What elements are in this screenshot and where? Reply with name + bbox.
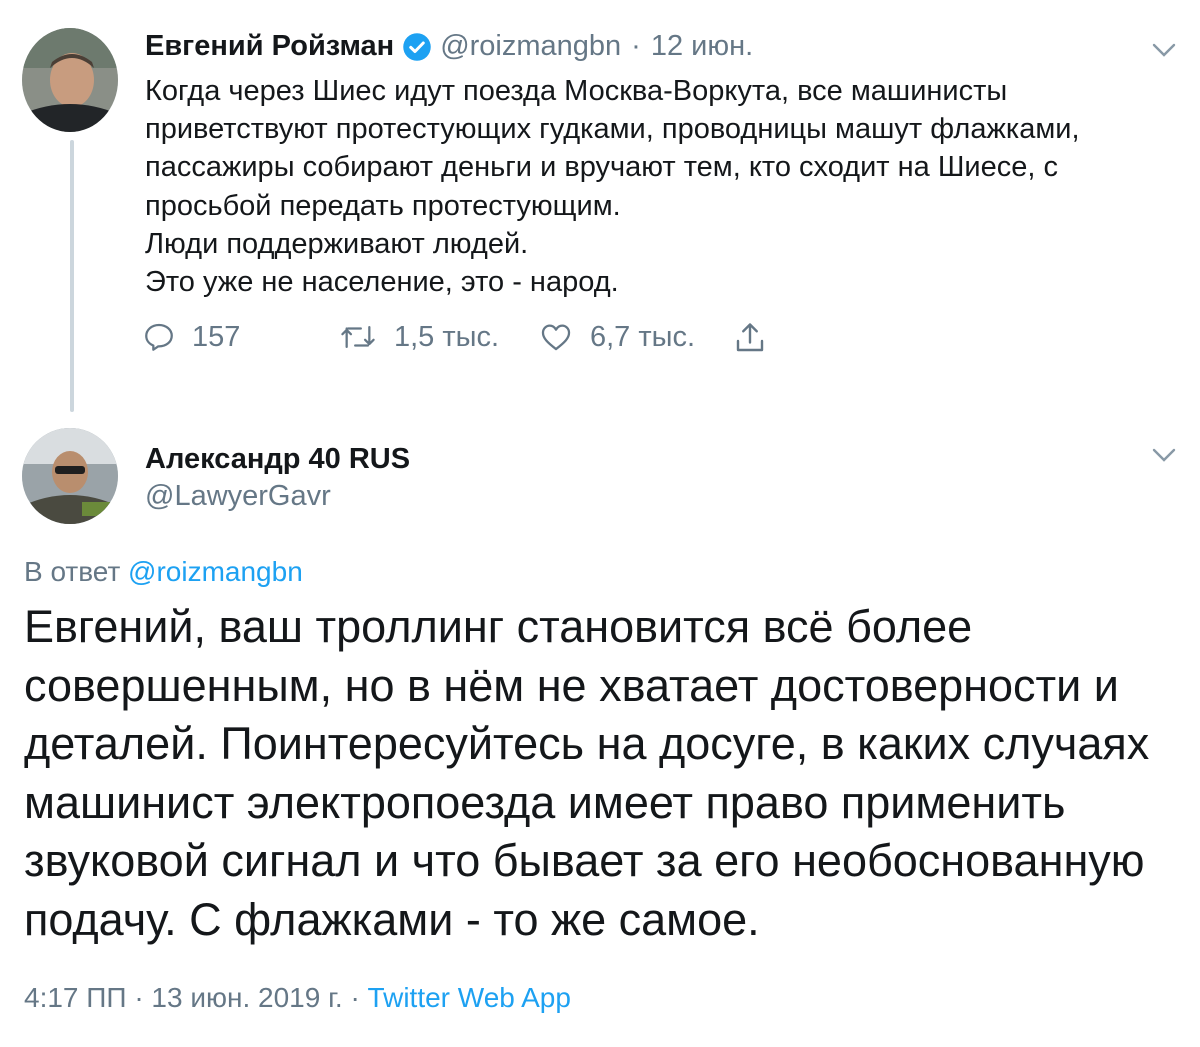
tweet1-header: Евгений Ройзман @roizmangbn · 12 июн. [145,30,753,63]
tweet1-text: Когда через Шиес идут поезда Москва-Ворк… [145,72,1165,301]
tweet1-handle[interactable]: @roizmangbn [440,30,621,63]
tweet2-author-name[interactable]: Александр 40 RUS [145,443,410,476]
tweet2-line: машинист электропоезда имеет право приме… [24,776,1066,828]
tweet1-line: Люди поддерживают людей. [145,227,529,260]
avatar-image [22,28,118,132]
tweet2-time[interactable]: 4:17 ПП [24,982,127,1013]
retweet-icon [341,325,375,349]
tweet2-line: совершенным, но в нём не хватает достове… [24,659,1119,711]
meta-separator: · [350,982,360,1013]
tweet2-meta: 4:17 ПП · 13 июн. 2019 г. · Twitter Web … [24,982,571,1014]
like-count: 6,7 тыс. [590,320,696,353]
share-icon [736,323,764,352]
heart-icon [541,324,571,351]
thread-connector-line [70,140,74,412]
chevron-down-icon[interactable] [1150,445,1178,470]
tweet2-line: подачу. С флажками - то же самое. [24,893,760,945]
avatar-roizman[interactable] [22,28,118,132]
reply-icon [145,323,173,351]
avatar-image [22,428,118,524]
retweet-button[interactable]: 1,5 тыс. [338,320,499,354]
tweet1-line: просьбой передать протестующим. [145,189,621,222]
tweet1-separator: · [631,30,641,62]
reply-count: 157 [192,320,241,353]
tweet1-date[interactable]: 12 июн. [651,30,753,63]
reply-handle-link[interactable]: @roizmangbn [128,556,303,587]
tweet2-handle[interactable]: @LawyerGavr [145,480,331,513]
tweet1-line: Это уже не население, это - народ. [145,266,619,299]
like-button[interactable]: 6,7 тыс. [538,320,695,354]
tweet2-text: Евгений, ваш троллинг становится всё бол… [24,598,1184,949]
tweet2-line: деталей. Поинтересуйтесь на досуге, в ка… [24,718,1150,769]
avatar-lawyergavr[interactable] [22,428,118,524]
tweet1-author-name[interactable]: Евгений Ройзман [145,30,394,63]
source-link[interactable]: Twitter Web App [368,982,571,1013]
chevron-down-icon[interactable] [1150,40,1178,65]
reply-prefix: В ответ [24,556,121,587]
reply-button[interactable]: 157 [142,320,240,354]
reply-context: В ответ @roizmangbn [24,556,303,588]
share-button[interactable] [732,320,784,356]
tweet2-line: Евгений, ваш троллинг становится всё бол… [24,601,973,652]
retweet-count: 1,5 тыс. [394,320,500,353]
tweet2-line: звуковой сигнал и что бывает за его необ… [24,835,1145,886]
tweet1-line: пассажиры собирают деньги и вручают тем,… [145,151,1058,184]
tweet1-line: Когда через Шиес идут поезда Москва-Ворк… [145,75,1008,107]
tweet2-date[interactable]: 13 июн. 2019 г. [151,982,342,1013]
tweet1-line: приветствуют протестующих гудками, прово… [145,113,1080,146]
meta-separator: · [134,982,144,1013]
verified-badge-icon [402,32,432,62]
